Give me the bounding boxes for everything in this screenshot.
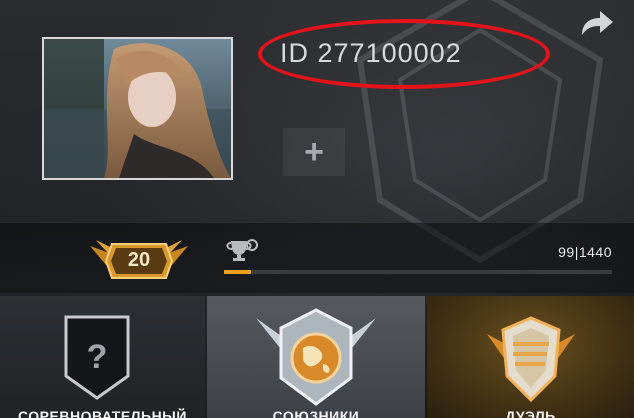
level-number: 20 [127,249,151,271]
mode-card-duel[interactable]: ДУЭЛЬ [427,296,634,418]
unknown-rank-glyph: ? [87,338,108,376]
mode-card-competitive[interactable]: ? СОРЕВНОВАТЕЛЬНЫЙ [0,296,205,418]
share-arrow-icon[interactable] [576,8,616,38]
allies-globe-badge-icon [256,308,376,406]
mode-label-duel: ДУЭЛЬ [505,408,556,418]
plus-icon: + [304,133,324,171]
avatar[interactable] [42,37,233,180]
mode-label-competitive: СОРЕВНОВАТЕЛЬНЫЙ [18,408,187,418]
experience-progress-fill [224,270,251,274]
avatar-photo [44,39,231,178]
experience-progress-bar [224,270,612,274]
add-photo-button[interactable]: + [283,128,345,176]
mode-card-allies[interactable]: СОЮЗНИКИ [207,296,425,418]
duel-shield-badge-icon [487,316,575,403]
player-id: ID 277100002 [280,38,462,68]
experience-progress-text: 99|1440 [558,244,612,260]
mode-label-allies: СОЮЗНИКИ [272,408,360,418]
trophy-icon [226,239,258,261]
competitive-rank-badge-icon: ? [64,315,130,400]
